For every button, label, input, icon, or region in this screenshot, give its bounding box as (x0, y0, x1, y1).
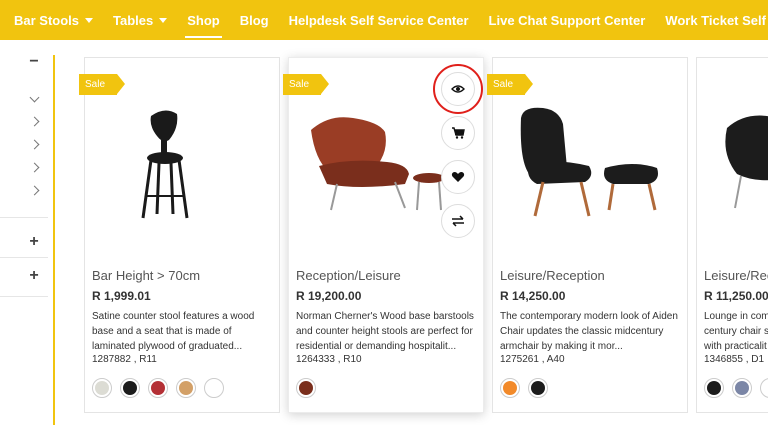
color-swatches (92, 378, 224, 398)
cart-icon (452, 127, 465, 139)
swatch-brown[interactable] (296, 378, 316, 398)
swatch-white[interactable] (760, 378, 768, 398)
caret-down-icon (85, 17, 94, 23)
product-sku: 1264333 , R10 (296, 354, 362, 365)
product-sku: 1275261 , A40 (500, 354, 565, 365)
nav-blog[interactable]: Blog (230, 0, 279, 40)
chevron-right-icon[interactable] (24, 135, 44, 153)
chevron-down-icon[interactable] (24, 90, 44, 108)
product-price: R 19,200.00 (296, 289, 362, 303)
product-image-egg-chair[interactable] (697, 88, 768, 238)
color-swatches (500, 378, 548, 398)
product-description: Norman Cherner's Wood base barstools and… (296, 311, 474, 352)
swatch-tan[interactable] (176, 378, 196, 398)
divider (0, 257, 48, 258)
swatch-blue-grey[interactable] (732, 378, 752, 398)
product-price: R 1,999.01 (92, 289, 151, 303)
nav-bar-stools[interactable]: Bar Stools (14, 0, 103, 40)
product-category[interactable]: Reception/Leisure (296, 268, 401, 283)
product-category[interactable]: Bar Height > 70cm (92, 268, 200, 283)
swatch-black[interactable] (528, 378, 548, 398)
eye-icon (451, 85, 465, 93)
product-actions (433, 64, 483, 238)
product-category[interactable]: Leisure/Rec (704, 268, 768, 283)
product-sku: 1346855 , D1 (704, 354, 765, 365)
product-price: R 11,250.00 (704, 289, 768, 303)
nav-work-ticket[interactable]: Work Ticket Self Service Center (655, 0, 768, 40)
plus-icon[interactable]: + (24, 267, 44, 285)
wishlist-button[interactable] (441, 160, 475, 194)
product-image-bar-stool[interactable] (85, 88, 281, 238)
product-image-armchair-ottoman[interactable] (493, 88, 689, 238)
caret-down-icon (159, 17, 168, 23)
color-swatches (296, 378, 316, 398)
divider (0, 217, 48, 218)
product-description: Satine counter stool features a wood bas… (92, 311, 255, 352)
swatch-black[interactable] (120, 378, 140, 398)
product-price: R 14,250.00 (500, 289, 566, 303)
product-card[interactable]: Sale Leisure/Reception R 14,250.00 The c… (487, 57, 689, 413)
top-nav: Bar Stools Tables Shop Blog Helpdesk Sel… (0, 0, 768, 40)
filter-sidebar: − + + (0, 40, 50, 425)
heart-icon (451, 172, 465, 182)
compare-icon (452, 215, 464, 227)
quick-view-button[interactable] (433, 64, 483, 114)
product-card[interactable]: Sale Reception/Leisure R 19,200.00 Norma… (283, 57, 484, 413)
add-to-cart-button[interactable] (441, 116, 475, 150)
color-swatches (704, 378, 768, 398)
minus-icon[interactable]: − (24, 53, 44, 71)
nav-tables[interactable]: Tables (103, 0, 177, 40)
swatch-white[interactable] (204, 378, 224, 398)
chevron-right-icon[interactable] (24, 181, 44, 199)
plus-icon[interactable]: + (24, 233, 44, 251)
accent-divider (53, 55, 55, 425)
product-card[interactable]: Leisure/Rec R 11,250.00 Lounge in com ce… (696, 57, 768, 413)
swatch-red[interactable] (148, 378, 168, 398)
product-description: The contemporary modern look of Aiden Ch… (500, 311, 678, 352)
compare-button[interactable] (441, 204, 475, 238)
product-card[interactable]: Sale Bar Height > 70cm R 1,999.01 Satine… (79, 57, 281, 413)
chevron-right-icon[interactable] (24, 158, 44, 176)
divider (0, 296, 48, 297)
nav-shop[interactable]: Shop (177, 0, 230, 40)
chevron-right-icon[interactable] (24, 112, 44, 130)
nav-live-chat[interactable]: Live Chat Support Center (479, 0, 656, 40)
product-category[interactable]: Leisure/Reception (500, 268, 605, 283)
nav-helpdesk[interactable]: Helpdesk Self Service Center (279, 0, 479, 40)
swatch-black[interactable] (704, 378, 724, 398)
product-description: Lounge in com century chair s with pract… (704, 311, 768, 352)
product-sku: 1287882 , R11 (92, 354, 157, 365)
swatch-orange[interactable] (500, 378, 520, 398)
swatch-grey[interactable] (92, 378, 112, 398)
